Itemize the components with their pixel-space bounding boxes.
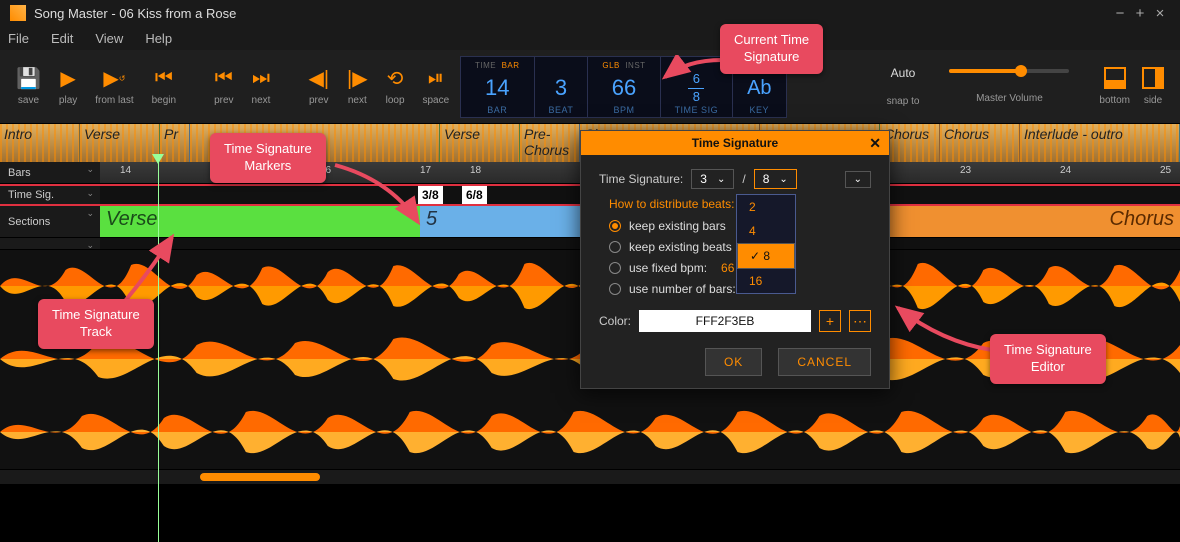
dropdown-option[interactable]: 2: [737, 195, 795, 219]
menu-help[interactable]: Help: [145, 31, 172, 46]
begin-button[interactable]: ⏮begin: [152, 67, 176, 106]
callout-ts-editor: Time Signature Editor: [990, 334, 1106, 384]
panel-bottom-icon: [1104, 67, 1126, 89]
bars-label: Bars⌄: [0, 162, 100, 183]
close-icon[interactable]: ✕: [869, 135, 881, 152]
section-chorus[interactable]: Chorus: [890, 206, 1180, 237]
prev2-button[interactable]: ◀|prev: [308, 67, 329, 106]
extra-select[interactable]: ⌄: [845, 171, 871, 188]
beat-readout: 3 BEAT: [535, 57, 589, 117]
ts-label: Time Signature:: [599, 172, 683, 186]
overview-segment[interactable]: Verse: [440, 124, 520, 162]
loop-button[interactable]: ⟲loop: [386, 67, 405, 106]
maximize-button[interactable]: +: [1130, 5, 1150, 22]
overview-segment[interactable]: Chorus: [940, 124, 1020, 162]
panel-side-icon: [1142, 67, 1164, 89]
play-button[interactable]: ▶play: [59, 67, 77, 106]
prev-icon: ⏮: [215, 67, 233, 89]
ok-button[interactable]: OK: [705, 348, 762, 376]
radio-icon: [609, 283, 621, 295]
fromlast-button[interactable]: ▶↺from last: [95, 67, 133, 106]
chevron-down-icon: ⌄: [854, 174, 862, 185]
toolbar: 💾save ▶play ▶↺from last ⏮begin ⏮prev ⏭ne…: [0, 50, 1180, 124]
color-input[interactable]: FFF2F3EB: [639, 310, 811, 332]
numerator-select[interactable]: 3⌄: [691, 169, 734, 189]
horizontal-scrollbar[interactable]: [0, 470, 1180, 484]
chevron-down-icon: ⌄: [779, 174, 787, 185]
chevron-down-icon: ⌄: [717, 174, 725, 185]
bar-number: 23: [960, 165, 971, 176]
bar-number: 14: [120, 165, 131, 176]
bpm-readout: GLB INST 66 BPM: [588, 57, 660, 117]
radio-icon: [609, 241, 621, 253]
title-bar: Song Master - 06 Kiss from a Rose − + ×: [0, 0, 1180, 26]
next2-button[interactable]: |▶next: [347, 67, 368, 106]
save-button[interactable]: 💾save: [16, 67, 41, 106]
overview-segment[interactable]: Intro: [0, 124, 80, 162]
save-icon: 💾: [16, 67, 41, 89]
chevron-down-icon[interactable]: ⌄: [86, 208, 94, 219]
denominator-dropdown[interactable]: 24✓ 816: [736, 194, 796, 294]
scroll-thumb[interactable]: [200, 473, 320, 481]
minimize-button[interactable]: −: [1110, 5, 1130, 22]
bar-number: 25: [1160, 165, 1171, 176]
denominator-select[interactable]: 8⌄: [754, 169, 797, 189]
next-button[interactable]: ⏭next: [252, 67, 271, 106]
master-volume: Master Volume: [949, 69, 1069, 104]
play-icon: ▶: [60, 67, 75, 89]
bar-number: 18: [470, 165, 481, 176]
app-logo-icon: [10, 5, 26, 21]
timesig-label: Time Sig.⌄: [0, 186, 100, 204]
play-from-icon: ▶↺: [103, 67, 125, 89]
space-icon: ⏯: [428, 67, 444, 89]
menu-edit[interactable]: Edit: [51, 31, 73, 46]
dropdown-option[interactable]: 16: [737, 269, 795, 293]
prev-bar-icon: ◀|: [308, 67, 329, 89]
chevron-down-icon[interactable]: ⌄: [86, 164, 94, 175]
next-bar-icon: |▶: [347, 67, 368, 89]
overview-segment[interactable]: Pre-Chorus: [520, 124, 580, 162]
radio-icon: [609, 262, 621, 274]
bar-readout: TIME BAR 14 BAR: [461, 57, 535, 117]
overview-segment[interactable]: Interlude - outro: [1020, 124, 1180, 162]
close-button[interactable]: ×: [1150, 5, 1170, 22]
callout-ts-track: Time Signature Track: [38, 299, 154, 349]
timesig-marker[interactable]: 6/8: [462, 186, 487, 204]
time-signature-dialog: Time Signature ✕ Time Signature: 3⌄ / 8⌄…: [580, 130, 890, 389]
menu-file[interactable]: File: [8, 31, 29, 46]
menu-bar: File Edit View Help: [0, 26, 1180, 50]
playhead[interactable]: [158, 162, 159, 542]
callout-current-ts: Current Time Signature: [720, 24, 823, 74]
add-color-button[interactable]: +: [819, 310, 841, 332]
loop-icon: ⟲: [387, 67, 404, 89]
chevron-down-icon[interactable]: ⌄: [86, 188, 94, 199]
overview-segment[interactable]: Verse: [80, 124, 160, 162]
panel-side-button[interactable]: side: [1142, 67, 1164, 106]
menu-view[interactable]: View: [95, 31, 123, 46]
volume-slider[interactable]: [949, 69, 1069, 73]
sections-label: Sections⌄: [0, 206, 100, 237]
dropdown-option[interactable]: 4: [737, 219, 795, 243]
overview-segment[interactable]: Pr: [160, 124, 190, 162]
bar-number: 24: [1060, 165, 1071, 176]
more-color-button[interactable]: ⋯: [849, 310, 871, 332]
callout-ts-markers: Time Signature Markers: [210, 133, 326, 183]
next-icon: ⏭: [252, 67, 270, 89]
snap-control[interactable]: Auto snap to: [887, 66, 920, 107]
dialog-header[interactable]: Time Signature ✕: [581, 131, 889, 155]
skip-start-icon: ⏮: [155, 67, 173, 89]
radio-icon: [609, 220, 621, 232]
prev-button[interactable]: ⏮prev: [214, 67, 233, 106]
panel-bottom-button[interactable]: bottom: [1099, 67, 1130, 106]
color-label: Color:: [599, 314, 631, 328]
dropdown-option[interactable]: ✓ 8: [737, 243, 795, 269]
cancel-button[interactable]: CANCEL: [778, 348, 871, 376]
window-title: Song Master - 06 Kiss from a Rose: [34, 6, 1110, 21]
space-button[interactable]: ⏯space: [423, 67, 450, 106]
